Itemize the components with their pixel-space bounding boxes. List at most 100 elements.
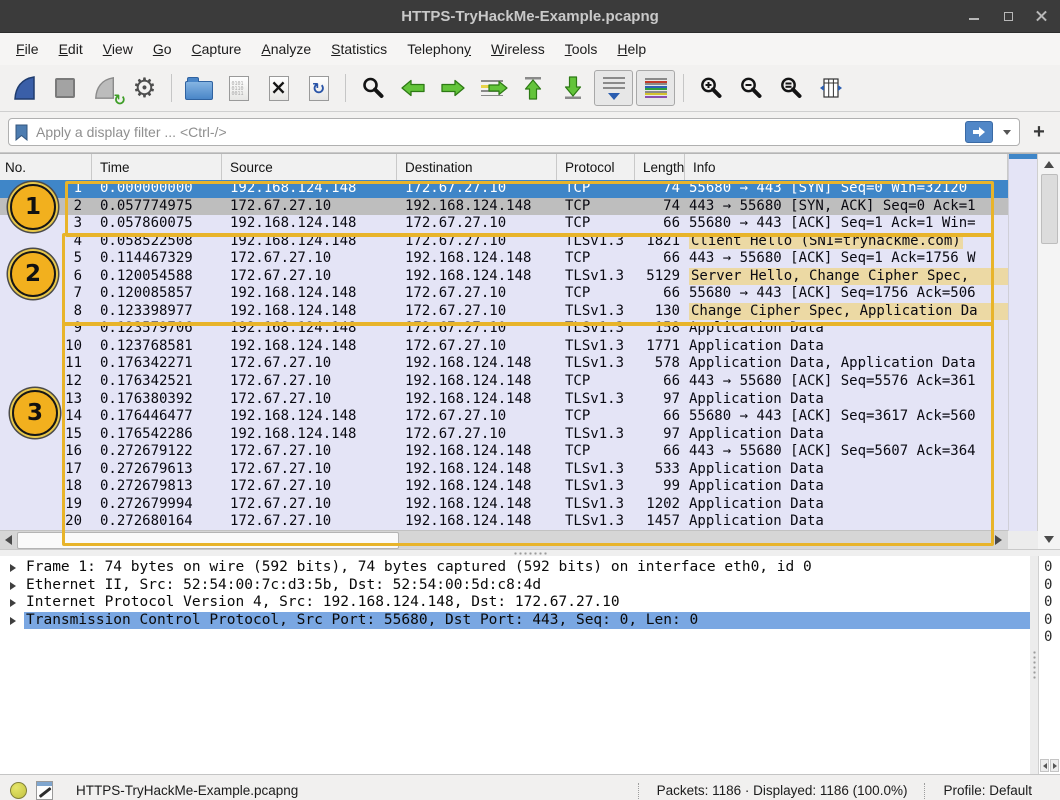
packet-row-5[interactable]: 50.114467329172.67.27.10192.168.124.148T… xyxy=(0,250,1008,268)
colorize-icon[interactable] xyxy=(636,70,675,106)
packet-row-17[interactable]: 170.272679613172.67.27.10192.168.124.148… xyxy=(0,461,1008,479)
apply-filter-icon[interactable] xyxy=(965,121,993,143)
menu-help[interactable]: Help xyxy=(607,36,656,62)
menu-tools[interactable]: Tools xyxy=(555,36,608,62)
column-destination[interactable]: Destination xyxy=(397,154,557,180)
expand-arrow-icon[interactable] xyxy=(10,599,16,607)
capture-options-icon[interactable]: ⚙ xyxy=(126,71,163,105)
auto-scroll-icon[interactable] xyxy=(594,70,633,106)
detail-line[interactable]: Ethernet II, Src: 52:54:00:7c:d3:5b, Dst… xyxy=(0,577,1030,595)
bookmark-icon[interactable] xyxy=(15,124,28,141)
detail-line[interactable]: Frame 1: 74 bytes on wire (592 bits), 74… xyxy=(0,559,1030,577)
reload-file-icon[interactable]: ↻ xyxy=(300,71,337,105)
bytes-hscrollbar[interactable] xyxy=(1040,759,1059,772)
cell-dst: 172.67.27.10 xyxy=(397,180,557,198)
menu-view[interactable]: View xyxy=(93,36,143,62)
scroll-left-icon[interactable] xyxy=(0,531,16,549)
save-file-icon[interactable]: 0101 0110 0011 xyxy=(220,71,257,105)
status-profile[interactable]: Profile: Default xyxy=(935,783,1050,798)
menu-telephony[interactable]: Telephony xyxy=(397,36,481,62)
packet-row-9[interactable]: 90.123579706192.168.124.148172.67.27.10T… xyxy=(0,320,1008,338)
column-no[interactable]: No. xyxy=(0,154,92,180)
expert-info-icon[interactable] xyxy=(10,782,27,799)
packet-list-header[interactable]: No. Time Source Destination Protocol Len… xyxy=(0,154,1038,181)
hscrollbar-thumb[interactable] xyxy=(17,532,399,549)
zoom-out-icon[interactable] xyxy=(732,71,769,105)
packet-row-12[interactable]: 120.176342521172.67.27.10192.168.124.148… xyxy=(0,373,1008,391)
cell-proto: TLSv1.3 xyxy=(557,496,635,514)
expand-arrow-icon[interactable] xyxy=(10,582,16,590)
bytes-scroll-right-icon[interactable] xyxy=(1050,759,1059,772)
packet-list-hscrollbar[interactable] xyxy=(0,530,1008,549)
menu-edit[interactable]: Edit xyxy=(49,36,93,62)
filter-dropdown-icon[interactable] xyxy=(1003,130,1011,135)
packet-row-19[interactable]: 190.272679994172.67.27.10192.168.124.148… xyxy=(0,496,1008,514)
menu-file[interactable]: File xyxy=(6,36,49,62)
display-filter-input[interactable] xyxy=(34,123,959,141)
packet-row-15[interactable]: 150.176542286192.168.124.148172.67.27.10… xyxy=(0,426,1008,444)
find-packet-icon[interactable] xyxy=(354,71,391,105)
packet-row-3[interactable]: 30.057860075192.168.124.148172.67.27.10T… xyxy=(0,215,1008,233)
go-to-packet-icon[interactable] xyxy=(474,71,511,105)
expand-arrow-icon[interactable] xyxy=(10,617,16,625)
detail-line[interactable]: Transmission Control Protocol, Src Port:… xyxy=(0,612,1030,630)
go-back-icon[interactable] xyxy=(394,71,431,105)
open-file-icon[interactable] xyxy=(180,71,217,105)
maximize-icon[interactable] xyxy=(1002,10,1014,22)
column-info[interactable]: Info xyxy=(685,154,1008,180)
close-icon[interactable] xyxy=(1036,10,1048,22)
detail-splitter[interactable] xyxy=(1030,556,1038,774)
status-packet-counts: Packets: 1186 · Displayed: 1186 (100.0%) xyxy=(649,783,916,798)
column-protocol[interactable]: Protocol xyxy=(557,154,635,180)
minimize-icon[interactable] xyxy=(968,10,980,22)
column-source[interactable]: Source xyxy=(222,154,397,180)
packet-row-6[interactable]: 60.120054588172.67.27.10192.168.124.148T… xyxy=(0,268,1008,286)
vscrollbar-thumb[interactable] xyxy=(1041,174,1058,244)
packet-row-11[interactable]: 110.176342271172.67.27.10192.168.124.148… xyxy=(0,355,1008,373)
go-forward-icon[interactable] xyxy=(434,71,471,105)
column-length[interactable]: Length xyxy=(635,154,685,180)
zoom-reset-icon[interactable] xyxy=(772,71,809,105)
packet-row-4[interactable]: 40.058522508192.168.124.148172.67.27.10T… xyxy=(0,233,1008,251)
go-to-last-icon[interactable] xyxy=(554,71,591,105)
packet-bytes-pane[interactable]: 00000 xyxy=(1038,556,1060,774)
bytes-line: 0 xyxy=(1039,612,1060,630)
zoom-in-icon[interactable] xyxy=(692,71,729,105)
pane-splitter[interactable] xyxy=(0,549,1060,556)
close-file-icon[interactable]: × xyxy=(260,71,297,105)
add-filter-button-icon[interactable]: + xyxy=(1028,120,1050,144)
packet-row-7[interactable]: 70.120085857192.168.124.148172.67.27.10T… xyxy=(0,285,1008,303)
packet-list-vscrollbar[interactable] xyxy=(1037,154,1060,549)
menu-analyze[interactable]: Analyze xyxy=(251,36,321,62)
cell-no: 7 xyxy=(0,285,92,303)
resize-columns-icon[interactable] xyxy=(812,71,849,105)
packet-row-1[interactable]: 10.000000000192.168.124.148172.67.27.10T… xyxy=(0,180,1008,198)
menu-go[interactable]: Go xyxy=(143,36,182,62)
start-capture-icon[interactable] xyxy=(6,71,43,105)
packet-row-2[interactable]: 20.057774975172.67.27.10192.168.124.148T… xyxy=(0,198,1008,216)
column-time[interactable]: Time xyxy=(92,154,222,180)
menu-statistics[interactable]: Statistics xyxy=(321,36,397,62)
menu-wireless[interactable]: Wireless xyxy=(481,36,555,62)
detail-line[interactable]: Internet Protocol Version 4, Src: 192.16… xyxy=(0,594,1030,612)
packet-minimap[interactable] xyxy=(1008,154,1039,531)
capture-comment-icon[interactable] xyxy=(36,781,53,800)
packet-row-20[interactable]: 200.272680164172.67.27.10192.168.124.148… xyxy=(0,513,1008,531)
display-filter-field[interactable] xyxy=(8,118,1020,146)
packet-row-8[interactable]: 80.123398977192.168.124.148172.67.27.10T… xyxy=(0,303,1008,321)
cell-dst: 172.67.27.10 xyxy=(397,215,557,233)
packet-row-13[interactable]: 130.176380392172.67.27.10192.168.124.148… xyxy=(0,391,1008,409)
packet-row-10[interactable]: 100.123768581192.168.124.148172.67.27.10… xyxy=(0,338,1008,356)
menu-capture[interactable]: Capture xyxy=(182,36,252,62)
expand-arrow-icon[interactable] xyxy=(10,564,16,572)
packet-row-14[interactable]: 140.176446477192.168.124.148172.67.27.10… xyxy=(0,408,1008,426)
scroll-up-icon[interactable] xyxy=(1038,156,1060,172)
bytes-scroll-left-icon[interactable] xyxy=(1040,759,1049,772)
restart-capture-icon[interactable]: ↻ xyxy=(86,71,123,105)
go-to-first-icon[interactable] xyxy=(514,71,551,105)
scroll-right-icon[interactable] xyxy=(990,531,1006,549)
packet-row-16[interactable]: 160.272679122172.67.27.10192.168.124.148… xyxy=(0,443,1008,461)
packet-row-18[interactable]: 180.272679813172.67.27.10192.168.124.148… xyxy=(0,478,1008,496)
scroll-down-icon[interactable] xyxy=(1038,531,1060,547)
stop-capture-icon[interactable] xyxy=(46,71,83,105)
